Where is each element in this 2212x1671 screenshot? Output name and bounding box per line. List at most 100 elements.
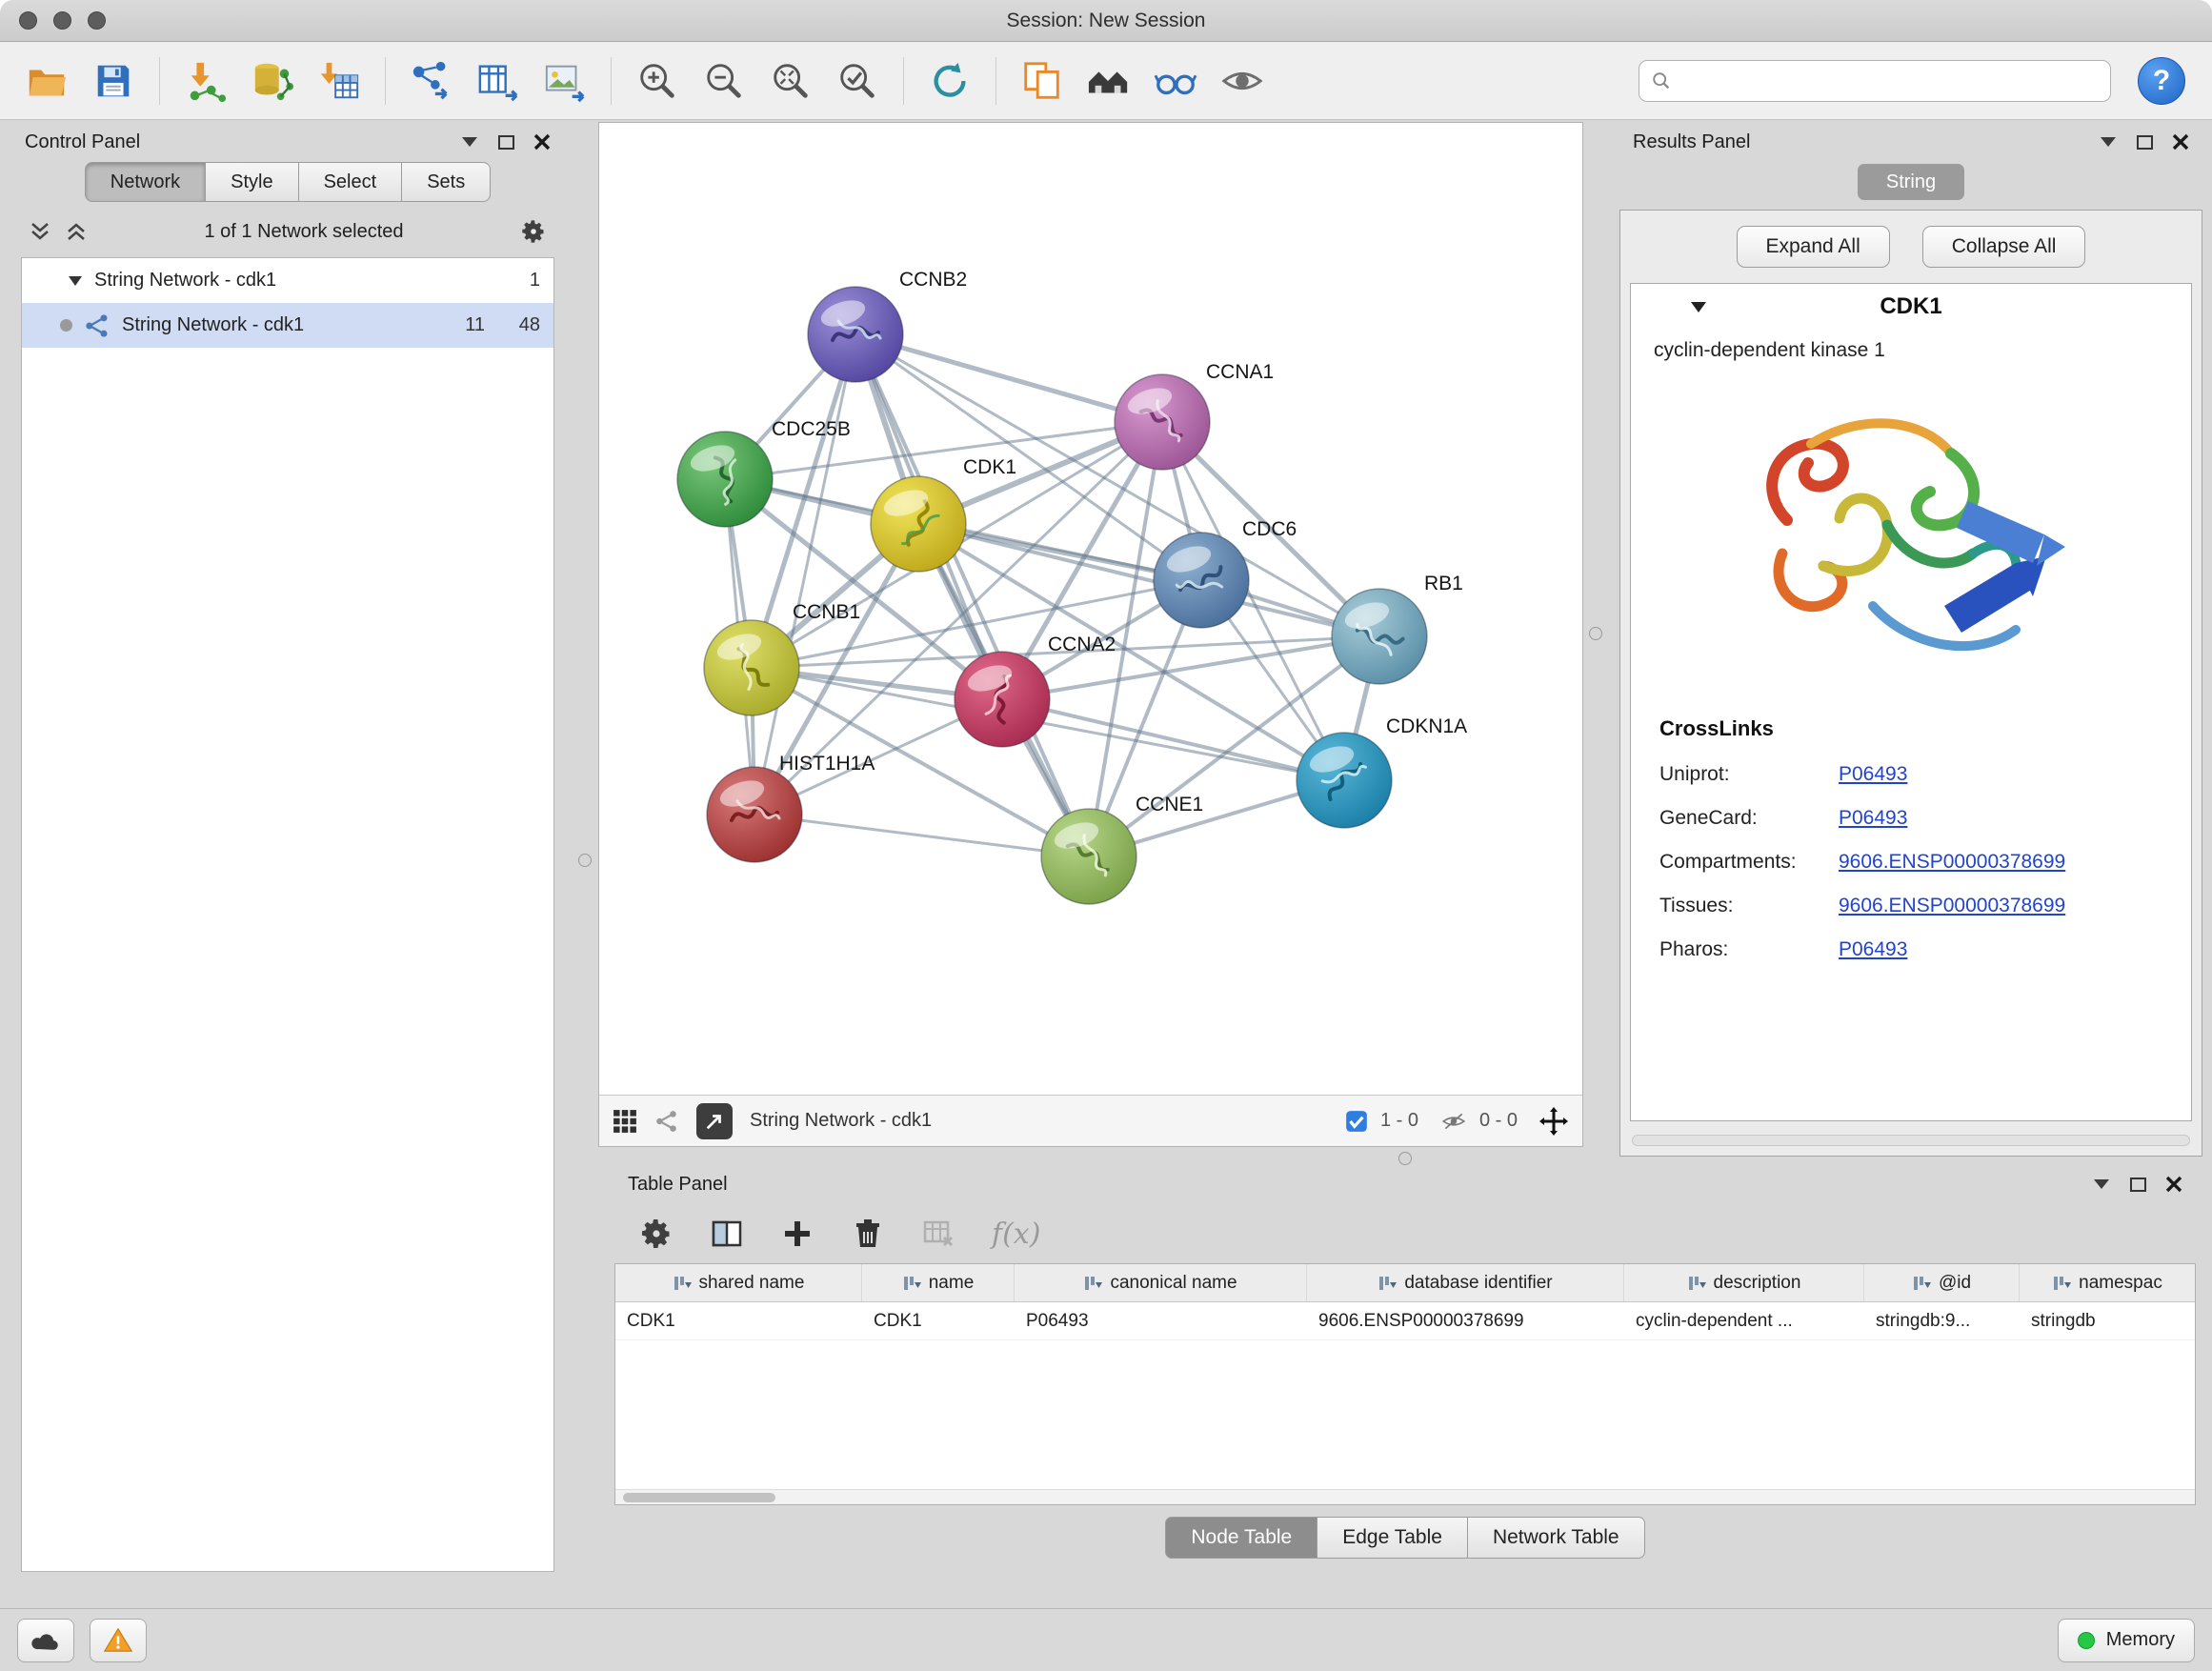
- float-panel-icon[interactable]: [2137, 135, 2153, 150]
- maximize-window-button[interactable]: [88, 11, 106, 30]
- hidden-eye-slash-icon[interactable]: [1439, 1109, 1468, 1134]
- expand-all-button[interactable]: Expand All: [1737, 226, 1890, 268]
- close-window-button[interactable]: [19, 11, 37, 30]
- zoom-out-button[interactable]: [694, 51, 754, 111]
- minimize-window-button[interactable]: [53, 11, 71, 30]
- memory-button[interactable]: Memory: [2058, 1619, 2195, 1662]
- table-cell[interactable]: P06493: [1015, 1302, 1307, 1339]
- table-cell[interactable]: stringdb:9...: [1864, 1302, 2020, 1339]
- grid-icon[interactable]: [613, 1109, 637, 1134]
- save-session-button[interactable]: [84, 51, 143, 111]
- network-node-ccne1[interactable]: [1041, 809, 1136, 904]
- splitter-handle[interactable]: [1589, 627, 1602, 640]
- table-options-gear-icon[interactable]: [639, 1217, 674, 1251]
- tab-select[interactable]: Select: [299, 162, 403, 202]
- export-network-button[interactable]: [402, 51, 461, 111]
- network-node-ccna1[interactable]: [1115, 374, 1210, 470]
- add-column-plus-icon[interactable]: [780, 1217, 814, 1251]
- column-header-namespac[interactable]: namespac: [2020, 1264, 2196, 1301]
- refresh-view-button[interactable]: [920, 51, 979, 111]
- column-header--id[interactable]: @id: [1864, 1264, 2020, 1301]
- splitter-handle[interactable]: [1398, 1152, 1412, 1165]
- pan-move-icon[interactable]: [1538, 1106, 1569, 1137]
- gene-collapse-caret-icon[interactable]: [1690, 301, 1707, 313]
- float-panel-icon[interactable]: [2130, 1178, 2146, 1192]
- network-row-selected[interactable]: String Network - cdk1 11 48: [22, 303, 553, 348]
- network-node-ccnb2[interactable]: [808, 287, 903, 382]
- float-panel-icon[interactable]: [498, 135, 514, 150]
- string-results-tab[interactable]: String: [1858, 164, 1964, 200]
- export-table-button[interactable]: [469, 51, 528, 111]
- collapse-panel-icon[interactable]: [460, 135, 479, 149]
- collapse-panel-icon[interactable]: [2092, 1178, 2111, 1191]
- network-edge[interactable]: [754, 334, 855, 815]
- share-network-icon[interactable]: [654, 1109, 679, 1134]
- network-node-ccna2[interactable]: [955, 652, 1050, 747]
- selected-checkbox-icon[interactable]: [1344, 1109, 1369, 1134]
- network-edge[interactable]: [855, 334, 1089, 856]
- network-node-cdk1[interactable]: [871, 476, 966, 572]
- network-edge[interactable]: [1002, 699, 1344, 780]
- collapse-panel-icon[interactable]: [2099, 135, 2118, 149]
- table-cell[interactable]: CDK1: [615, 1302, 862, 1339]
- network-edge[interactable]: [754, 815, 1089, 856]
- column-header-canonical-name[interactable]: canonical name: [1015, 1264, 1307, 1301]
- column-header-name[interactable]: name: [862, 1264, 1015, 1301]
- export-image-button[interactable]: [535, 51, 594, 111]
- tab-style[interactable]: Style: [206, 162, 298, 202]
- tab-edge-table[interactable]: Edge Table: [1317, 1517, 1468, 1559]
- network-collection-row[interactable]: String Network - cdk1 1: [22, 258, 553, 303]
- zoom-selected-button[interactable]: [828, 51, 887, 111]
- column-header-database-identifier[interactable]: database identifier: [1307, 1264, 1624, 1301]
- crosslink-link[interactable]: P06493: [1839, 807, 1907, 830]
- crosslink-link[interactable]: 9606.ENSP00000378699: [1839, 895, 2065, 917]
- network-edge[interactable]: [918, 524, 1379, 636]
- open-in-new-window-button[interactable]: [696, 1103, 733, 1139]
- expand-all-icon[interactable]: [65, 222, 88, 241]
- network-node-ccnb1[interactable]: [704, 620, 799, 715]
- home-button[interactable]: [1079, 51, 1138, 111]
- open-session-button[interactable]: [17, 51, 76, 111]
- table-cell[interactable]: 9606.ENSP00000378699: [1307, 1302, 1624, 1339]
- network-node-cdkn1a[interactable]: [1297, 733, 1392, 828]
- tab-node-table[interactable]: Node Table: [1165, 1517, 1317, 1559]
- table-row[interactable]: CDK1CDK1P064939606.ENSP00000378699cyclin…: [615, 1302, 2195, 1340]
- table-cell[interactable]: stringdb: [2020, 1302, 2196, 1339]
- close-panel-icon[interactable]: [533, 133, 551, 151]
- help-button[interactable]: ?: [2138, 57, 2185, 105]
- network-options-gear-icon[interactable]: [520, 218, 547, 245]
- tree-expand-caret-icon[interactable]: [68, 275, 83, 287]
- results-scrollbar[interactable]: [1632, 1135, 2190, 1146]
- crosslink-link[interactable]: P06493: [1839, 763, 1907, 786]
- column-header-shared-name[interactable]: shared name: [615, 1264, 862, 1301]
- warnings-button[interactable]: [90, 1619, 147, 1662]
- import-network-database-button[interactable]: [243, 51, 302, 111]
- column-header-description[interactable]: description: [1624, 1264, 1864, 1301]
- table-cell[interactable]: cyclin-dependent ...: [1624, 1302, 1864, 1339]
- tab-network[interactable]: Network: [85, 162, 206, 202]
- network-node-rb1[interactable]: [1332, 589, 1427, 684]
- zoom-fit-button[interactable]: [761, 51, 820, 111]
- tab-sets[interactable]: Sets: [402, 162, 491, 202]
- splitter-handle[interactable]: [578, 854, 592, 867]
- network-node-cdc6[interactable]: [1154, 533, 1249, 628]
- tab-network-table[interactable]: Network Table: [1468, 1517, 1645, 1559]
- collapse-all-button[interactable]: Collapse All: [1922, 226, 2086, 268]
- close-panel-icon[interactable]: [2165, 1176, 2182, 1193]
- table-horizontal-scrollbar[interactable]: [615, 1489, 2195, 1504]
- delete-trash-icon[interactable]: [851, 1217, 885, 1251]
- copy-paste-button[interactable]: [1013, 51, 1072, 111]
- gene-card-header[interactable]: CDK1: [1631, 284, 2191, 330]
- crosslink-link[interactable]: P06493: [1839, 938, 1907, 961]
- cloud-status-button[interactable]: [17, 1619, 74, 1662]
- scrollbar-thumb[interactable]: [623, 1493, 775, 1502]
- search-input[interactable]: [1679, 70, 2099, 92]
- close-panel-icon[interactable]: [2172, 133, 2189, 151]
- import-network-file-button[interactable]: [176, 51, 235, 111]
- table-cell[interactable]: CDK1: [862, 1302, 1015, 1339]
- crosslink-link[interactable]: 9606.ENSP00000378699: [1839, 851, 2065, 874]
- show-columns-icon[interactable]: [710, 1217, 744, 1251]
- show-graphics-details-button[interactable]: [1213, 51, 1272, 111]
- collapse-all-icon[interactable]: [29, 222, 51, 241]
- zoom-in-button[interactable]: [628, 51, 687, 111]
